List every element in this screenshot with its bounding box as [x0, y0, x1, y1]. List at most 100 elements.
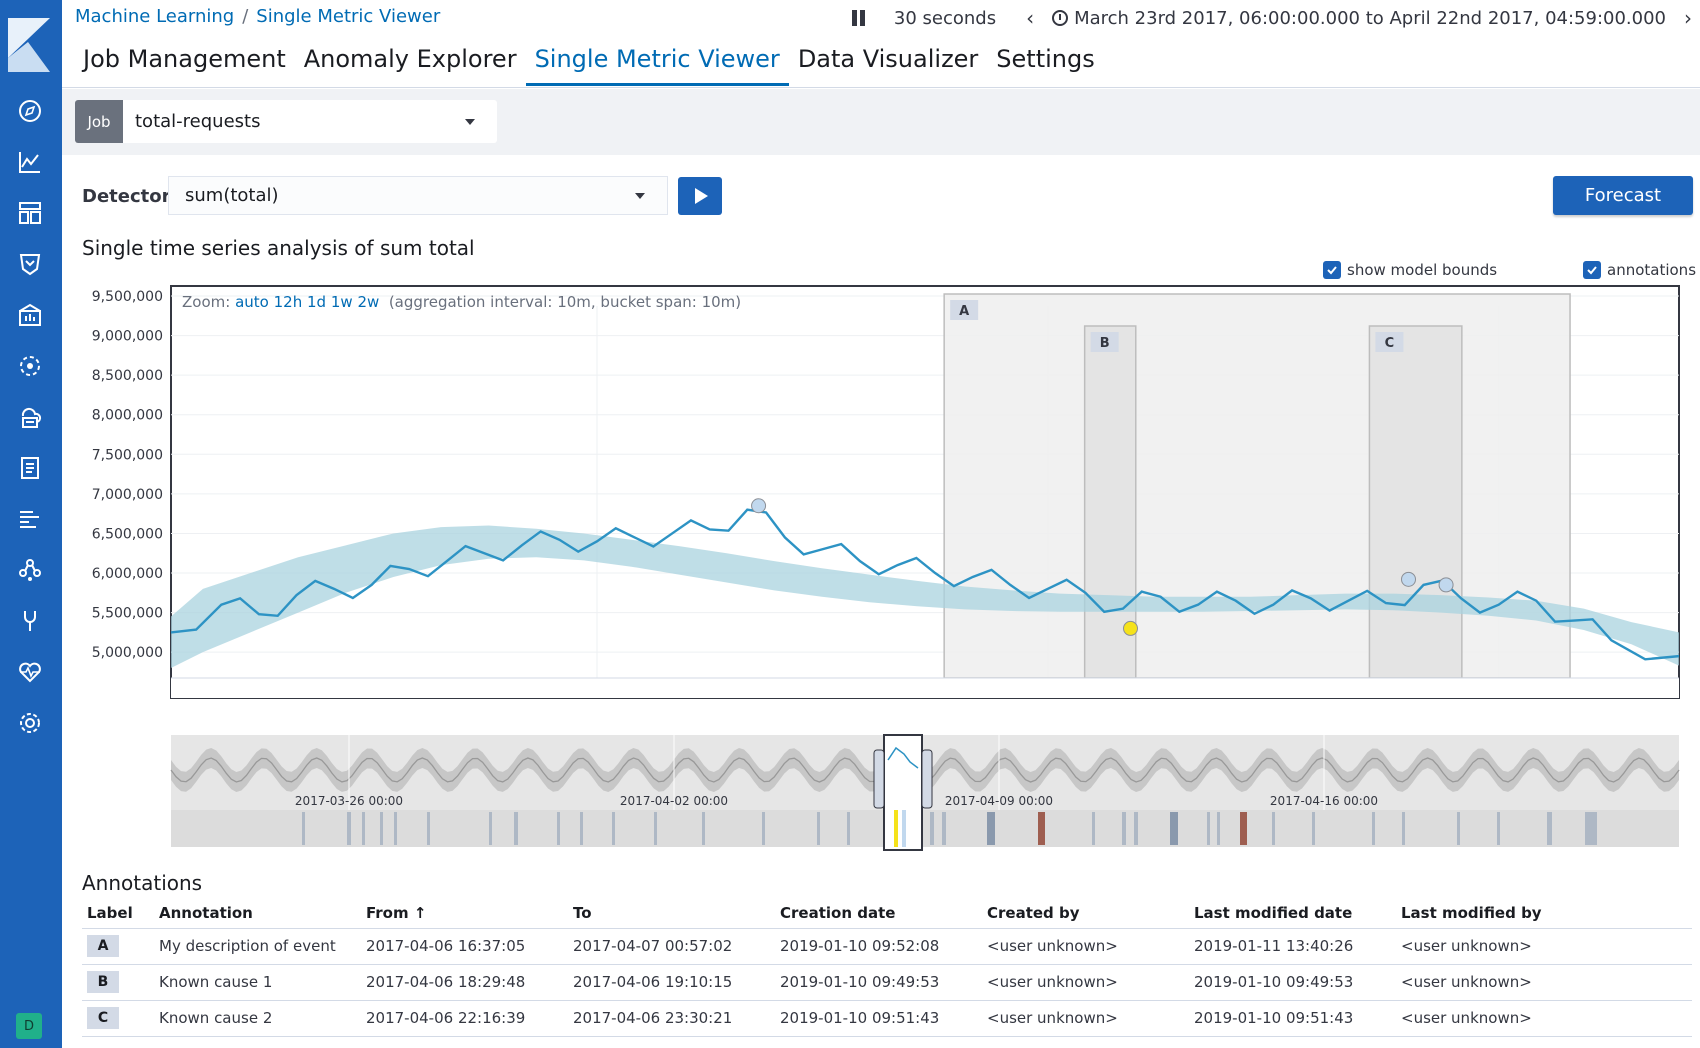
zoom-12h-link[interactable]: 12h: [274, 293, 303, 311]
zoom-auto-link[interactable]: auto: [235, 293, 269, 311]
infrastructure-icon[interactable]: [15, 402, 45, 432]
kibana-logo-icon[interactable]: [8, 18, 50, 72]
brush-handle-right[interactable]: [921, 749, 933, 809]
ml-tabs: Job Management Anomaly Explorer Single M…: [74, 42, 1104, 86]
show-model-bounds-checkbox[interactable]: show model bounds: [1323, 261, 1497, 279]
logs-icon[interactable]: [15, 453, 45, 483]
y-tick-label: 8,500,000: [92, 368, 163, 384]
pause-icon[interactable]: [851, 10, 874, 26]
top-bar: Machine Learning / Single Metric Viewer …: [62, 0, 1700, 88]
swimlane-cell: [654, 812, 657, 845]
column-header-annotation[interactable]: Annotation: [154, 898, 361, 929]
swimlane-cell: [1497, 812, 1500, 845]
tab-settings[interactable]: Settings: [987, 42, 1103, 86]
to-cell: 2017-04-06 19:10:15: [568, 964, 775, 1001]
swimlane-cell: [1547, 812, 1552, 845]
annotation-region-label: C: [1385, 336, 1395, 351]
swimlane-cell: [1217, 812, 1220, 845]
column-header-created-by[interactable]: Created by: [982, 898, 1189, 929]
job-selector-bar: Job total-requests: [62, 89, 1700, 155]
context-tick-label: 2017-03-26 00:00: [295, 794, 403, 808]
from-cell: 2017-04-06 18:29:48: [361, 964, 568, 1001]
created-by-cell: <user unknown>: [982, 928, 1189, 965]
column-header-creation-date[interactable]: Creation date: [775, 898, 982, 929]
swimlane-cell: [702, 812, 705, 845]
y-tick-label: 5,000,000: [92, 645, 163, 661]
last-modified-date-cell: 2019-01-10 09:49:53: [1189, 964, 1396, 1001]
machine-learning-icon[interactable]: [15, 351, 45, 381]
chevron-right-icon[interactable]: ›: [1684, 6, 1692, 30]
dashboard-icon[interactable]: [15, 198, 45, 228]
refresh-play-button[interactable]: [678, 177, 722, 215]
creation-date-cell: 2019-01-10 09:51:43: [775, 1000, 982, 1037]
tab-data-visualizer[interactable]: Data Visualizer: [789, 42, 987, 86]
annotation-label-badge: C: [87, 1007, 119, 1029]
brush-handle-left[interactable]: [873, 749, 885, 809]
swimlane-cell: [1457, 812, 1460, 845]
tab-single-metric-viewer[interactable]: Single Metric Viewer: [525, 42, 789, 86]
swimlane-cell: [362, 812, 365, 845]
swimlane-cell: [347, 812, 351, 845]
breadcrumb-current[interactable]: Single Metric Viewer: [256, 6, 440, 27]
management-gear-icon[interactable]: [15, 708, 45, 738]
annotation-cell: My description of event: [154, 928, 361, 965]
time-range[interactable]: March 23rd 2017, 06:00:00.000 to April 2…: [1074, 8, 1666, 29]
avatar[interactable]: D: [16, 1013, 42, 1039]
detector-select[interactable]: sum(total): [168, 176, 668, 215]
dev-tools-icon[interactable]: [15, 606, 45, 636]
created-by-cell: <user unknown>: [982, 964, 1189, 1001]
last-modified-by-cell: <user unknown>: [1396, 1000, 1692, 1037]
show-model-bounds-label: show model bounds: [1347, 261, 1498, 279]
column-header-last-modified-by[interactable]: Last modified by: [1396, 898, 1692, 929]
swimlane-cell: [1038, 812, 1045, 845]
swimlane-cell: [580, 812, 583, 845]
visualize-icon[interactable]: [15, 147, 45, 177]
swimlane-cell: [1312, 812, 1315, 845]
zoom-info: (aggregation interval: 10m, bucket span:…: [388, 293, 742, 311]
table-row[interactable]: A My description of event 2017-04-06 16:…: [82, 928, 1692, 965]
annotations-checkbox[interactable]: annotations: [1583, 261, 1696, 279]
zoom-1d-link[interactable]: 1d: [307, 293, 326, 311]
context-tick-label: 2017-04-09 00:00: [945, 794, 1053, 808]
y-tick-label: 8,000,000: [92, 408, 163, 424]
table-row[interactable]: B Known cause 1 2017-04-06 18:29:48 2017…: [82, 964, 1692, 1001]
swimlane-cell: [987, 812, 995, 845]
zoom-2w-link[interactable]: 2w: [357, 293, 379, 311]
created-by-cell: <user unknown>: [982, 1000, 1189, 1037]
tab-anomaly-explorer[interactable]: Anomaly Explorer: [295, 42, 526, 86]
graph-icon[interactable]: [15, 555, 45, 585]
forecast-button[interactable]: Forecast: [1553, 176, 1693, 215]
label-cell: A: [82, 928, 154, 965]
zoom-1w-link[interactable]: 1w: [331, 293, 353, 311]
swimlane-cell: [1207, 812, 1210, 845]
y-tick-label: 7,000,000: [92, 487, 163, 503]
y-tick-label: 7,500,000: [92, 447, 163, 463]
column-header-from[interactable]: From ↑: [361, 898, 568, 929]
column-header-last-modified-date[interactable]: Last modified date: [1189, 898, 1396, 929]
y-tick-label: 9,500,000: [92, 289, 163, 305]
chevron-left-icon[interactable]: ‹: [1026, 6, 1034, 30]
single-metric-chart[interactable]: A B C 9,500,000 9,000,000 8,500,000 8,000,000…: [62, 280, 1700, 852]
detector-label: Detector:: [82, 186, 178, 207]
table-row[interactable]: C Known cause 2 2017-04-06 22:16:39 2017…: [82, 1000, 1692, 1037]
swimlane-cell: [557, 812, 560, 845]
job-select[interactable]: Job total-requests: [75, 100, 497, 143]
anomaly-marker: [1401, 571, 1417, 587]
annotations-title: Annotations: [82, 871, 203, 895]
monitoring-icon[interactable]: [15, 657, 45, 687]
tab-job-management[interactable]: Job Management: [74, 42, 295, 86]
canvas-icon[interactable]: [15, 300, 45, 330]
breadcrumb-root[interactable]: Machine Learning: [75, 6, 234, 27]
breadcrumb: Machine Learning / Single Metric Viewer: [75, 6, 440, 27]
apm-icon[interactable]: [15, 504, 45, 534]
timelion-icon[interactable]: [15, 249, 45, 279]
swimlane-cell: [1585, 812, 1597, 845]
discover-icon[interactable]: [15, 96, 45, 126]
sort-ascending-icon: ↑: [413, 903, 427, 922]
context-swimlane: [171, 810, 1679, 847]
breadcrumb-separator: /: [242, 6, 249, 27]
swimlane-cell: [1402, 812, 1405, 845]
refresh-interval[interactable]: 30 seconds: [894, 8, 996, 29]
column-header-to[interactable]: To: [568, 898, 775, 929]
annotation-region-label: B: [1100, 336, 1110, 351]
